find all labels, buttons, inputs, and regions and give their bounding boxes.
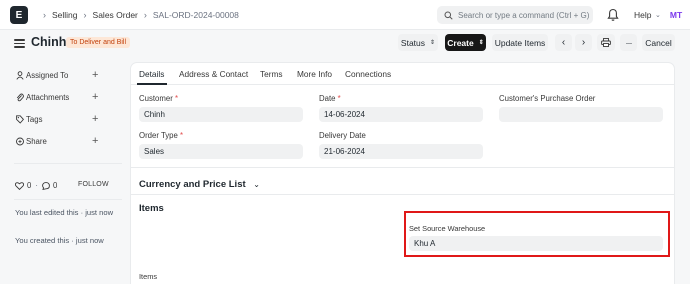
share-icon bbox=[16, 137, 24, 146]
chevron-right-icon: › bbox=[83, 10, 87, 20]
tab-connections[interactable]: Connections bbox=[345, 69, 391, 79]
app-logo[interactable]: E bbox=[10, 6, 28, 24]
items-table-label: Items bbox=[139, 272, 158, 281]
user-icon bbox=[16, 70, 24, 80]
chevron-right-icon: › bbox=[43, 10, 46, 20]
date-label: Date * bbox=[319, 94, 341, 103]
sidebar-divider bbox=[14, 163, 122, 164]
add-attachment-icon[interactable]: + bbox=[92, 91, 98, 103]
breadcrumb: › Selling › Sales Order › SAL-ORD-2024-0… bbox=[37, 9, 239, 21]
order-type-select[interactable]: Sales bbox=[139, 144, 303, 159]
section-divider bbox=[131, 194, 674, 195]
chevron-down-icon: ⌄ bbox=[655, 12, 661, 19]
items-section-title: Items bbox=[139, 203, 164, 214]
print-button[interactable] bbox=[597, 34, 615, 51]
sidebar-item-label: Attachments bbox=[26, 92, 70, 102]
sort-icon: ⇕ bbox=[430, 40, 436, 46]
more-actions-button[interactable]: ··· bbox=[620, 34, 637, 51]
sidebar-divider bbox=[14, 199, 122, 200]
like-count: 0 bbox=[27, 181, 32, 190]
tab-terms[interactable]: Terms bbox=[260, 69, 283, 79]
heart-icon[interactable] bbox=[15, 181, 24, 190]
follow-button[interactable]: FOLLOW bbox=[78, 181, 109, 188]
status-badge: To Deliver and Bill bbox=[66, 37, 131, 48]
avatar[interactable]: MT bbox=[668, 7, 684, 23]
customer-label-text: Customer bbox=[139, 94, 173, 103]
cancel-button[interactable]: Cancel bbox=[642, 34, 675, 51]
update-items-label: Update Items bbox=[494, 37, 546, 48]
required-mark: * bbox=[174, 94, 179, 103]
search-box[interactable] bbox=[437, 6, 593, 24]
activity-last-edited: You last edited this · just now bbox=[15, 208, 114, 217]
tab-details[interactable]: Details bbox=[139, 69, 164, 79]
previous-button[interactable]: ‹ bbox=[555, 34, 572, 51]
delivery-date-field[interactable]: 21-06-2024 bbox=[319, 144, 483, 159]
comment-icon[interactable] bbox=[42, 181, 50, 190]
paperclip-icon bbox=[16, 93, 24, 102]
menu-icon[interactable] bbox=[14, 39, 25, 48]
breadcrumb-selling[interactable]: Selling bbox=[52, 10, 78, 20]
breadcrumb-current: SAL-ORD-2024-00008 bbox=[152, 10, 239, 20]
sidebar-item-tags[interactable]: Tags bbox=[16, 113, 42, 125]
bell-icon[interactable] bbox=[607, 8, 619, 22]
create-button[interactable]: Create ⇕ bbox=[445, 34, 486, 51]
customer-label: Customer * bbox=[139, 94, 178, 103]
required-mark: * bbox=[180, 131, 184, 140]
search-input[interactable] bbox=[458, 10, 593, 20]
active-tab-indicator bbox=[137, 83, 167, 85]
delivery-date-label: Delivery Date bbox=[319, 131, 366, 140]
ellipsis-icon: ··· bbox=[625, 37, 633, 48]
cancel-button-label: Cancel bbox=[645, 37, 672, 48]
order-type-label: Order Type * bbox=[139, 131, 183, 140]
highlight-box bbox=[404, 211, 670, 257]
order-type-label-text: Order Type bbox=[139, 131, 178, 140]
chevron-right-icon: › bbox=[143, 10, 147, 20]
create-button-label: Create bbox=[447, 37, 474, 48]
comment-count: 0 bbox=[52, 181, 58, 190]
update-items-button[interactable]: Update Items bbox=[492, 34, 548, 51]
sidebar-item-share[interactable]: Share bbox=[16, 135, 47, 147]
chevron-right-icon: › bbox=[581, 37, 586, 48]
status-button[interactable]: Status ⇕ bbox=[398, 34, 438, 51]
sidebar-item-attachments[interactable]: Attachments bbox=[16, 91, 69, 103]
tab-more-info[interactable]: More Info bbox=[297, 69, 332, 79]
required-mark: * bbox=[337, 94, 341, 103]
tab-address-contact[interactable]: Address & Contact bbox=[179, 69, 248, 79]
currency-section-toggle[interactable]: Currency and Price List ⌄ bbox=[139, 179, 260, 190]
currency-section-title: Currency and Price List bbox=[139, 179, 246, 190]
search-icon bbox=[444, 10, 453, 20]
date-field[interactable]: 14-06-2024 bbox=[319, 107, 483, 122]
sidebar-item-assigned-to[interactable]: Assigned To bbox=[16, 69, 68, 81]
engagement-stats: 0 · 0 bbox=[15, 181, 57, 190]
printer-icon bbox=[601, 38, 611, 47]
chevron-left-icon: ‹ bbox=[561, 37, 566, 48]
sidebar-item-label: Share bbox=[26, 136, 47, 146]
page-title: Chinh bbox=[31, 35, 67, 49]
breadcrumb-sales-order[interactable]: Sales Order bbox=[93, 10, 138, 20]
form-tabs: Details Address & Contact Terms More Inf… bbox=[131, 63, 674, 85]
chevron-down-icon: ⌄ bbox=[253, 180, 260, 189]
add-tag-icon[interactable]: + bbox=[92, 113, 98, 125]
tag-icon bbox=[16, 114, 24, 124]
customer-field[interactable]: Chinh bbox=[139, 107, 303, 122]
next-button[interactable]: › bbox=[575, 34, 592, 51]
sort-icon: ⇕ bbox=[478, 40, 484, 46]
status-button-label: Status bbox=[400, 37, 426, 48]
help-menu[interactable]: Help bbox=[634, 10, 651, 20]
date-label-text: Date bbox=[319, 94, 336, 103]
add-assignee-icon[interactable]: + bbox=[92, 69, 98, 81]
top-navbar: E › Selling › Sales Order › SAL-ORD-2024… bbox=[0, 0, 690, 30]
sidebar-item-label: Tags bbox=[26, 114, 43, 124]
purchase-order-field[interactable] bbox=[499, 107, 663, 122]
separator-dot: · bbox=[35, 181, 38, 190]
section-divider bbox=[131, 167, 674, 168]
sidebar-item-label: Assigned To bbox=[26, 70, 69, 80]
activity-created: You created this · just now bbox=[15, 236, 104, 245]
add-share-icon[interactable]: + bbox=[92, 135, 98, 147]
purchase-order-label: Customer's Purchase Order bbox=[499, 94, 596, 103]
